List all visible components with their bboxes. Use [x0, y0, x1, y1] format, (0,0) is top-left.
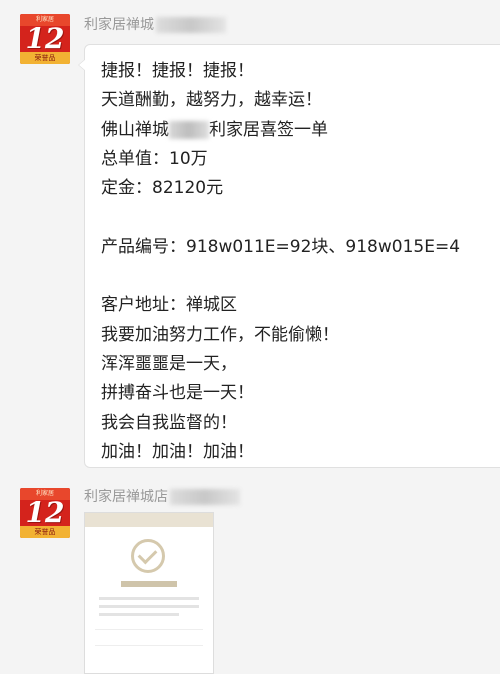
- message-line: 产品编号：918w011E=92块、918w015E=4: [101, 236, 461, 257]
- image-title-block: [121, 581, 177, 587]
- message-line-part: 佛山禅城: [101, 119, 169, 140]
- message-line-part: 利家居喜签一单: [209, 119, 328, 140]
- message-line: 加油！加油！加油！: [101, 441, 254, 462]
- image-text-line: [99, 605, 199, 608]
- avatar-number: 12: [25, 496, 65, 529]
- avatar[interactable]: 利家居 12 荣誉品: [20, 488, 70, 538]
- image-statusbar: [85, 513, 213, 527]
- sender-name[interactable]: 利家居禅城: [84, 14, 226, 34]
- image-row: [95, 629, 203, 642]
- sender-name-text: 利家居禅城店: [84, 489, 168, 505]
- redacted-name: [170, 489, 240, 505]
- message-line: [101, 203, 460, 232]
- message-line: 佛山禅城 利家居喜签一单: [101, 116, 460, 145]
- message-line: 浑浑噩噩是一天，: [101, 353, 237, 374]
- message-line: 我会自我监督的！: [101, 412, 237, 433]
- avatar-number: 12: [25, 22, 65, 55]
- avatar[interactable]: 利家居 12 荣誉品: [20, 14, 70, 64]
- message-line: 捷报！捷报！捷报！: [101, 61, 254, 81]
- message-line: 定金：82120元: [101, 178, 224, 199]
- sender-name-text: 利家居禅城: [84, 17, 154, 33]
- avatar-badge: 荣誉品: [20, 526, 70, 538]
- redacted-name: [156, 17, 226, 33]
- message-line: 总单值：10万: [101, 148, 208, 169]
- message-line: 我要加油努力工作，不能偷懒！: [101, 324, 339, 345]
- image-row: [95, 645, 203, 658]
- message-bubble[interactable]: 捷报！捷报！捷报！ 天道酬勤，越努力，越幸运！ 佛山禅城 利家居喜签一单 总单值：…: [78, 44, 500, 468]
- message-line: [101, 262, 460, 291]
- check-circle-icon: [131, 539, 165, 573]
- avatar-badge: 荣誉品: [20, 52, 70, 64]
- image-message[interactable]: [84, 512, 214, 674]
- message-line: 天道酬勤，越努力，越幸运！: [101, 90, 322, 111]
- sender-name[interactable]: 利家居禅城店: [84, 486, 240, 506]
- redacted-store: [169, 120, 209, 139]
- message-line: 客户地址：禅城区: [101, 295, 237, 316]
- message-line: 拼搏奋斗也是一天！: [101, 383, 254, 404]
- image-text-line: [99, 613, 179, 616]
- image-text-line: [99, 597, 199, 600]
